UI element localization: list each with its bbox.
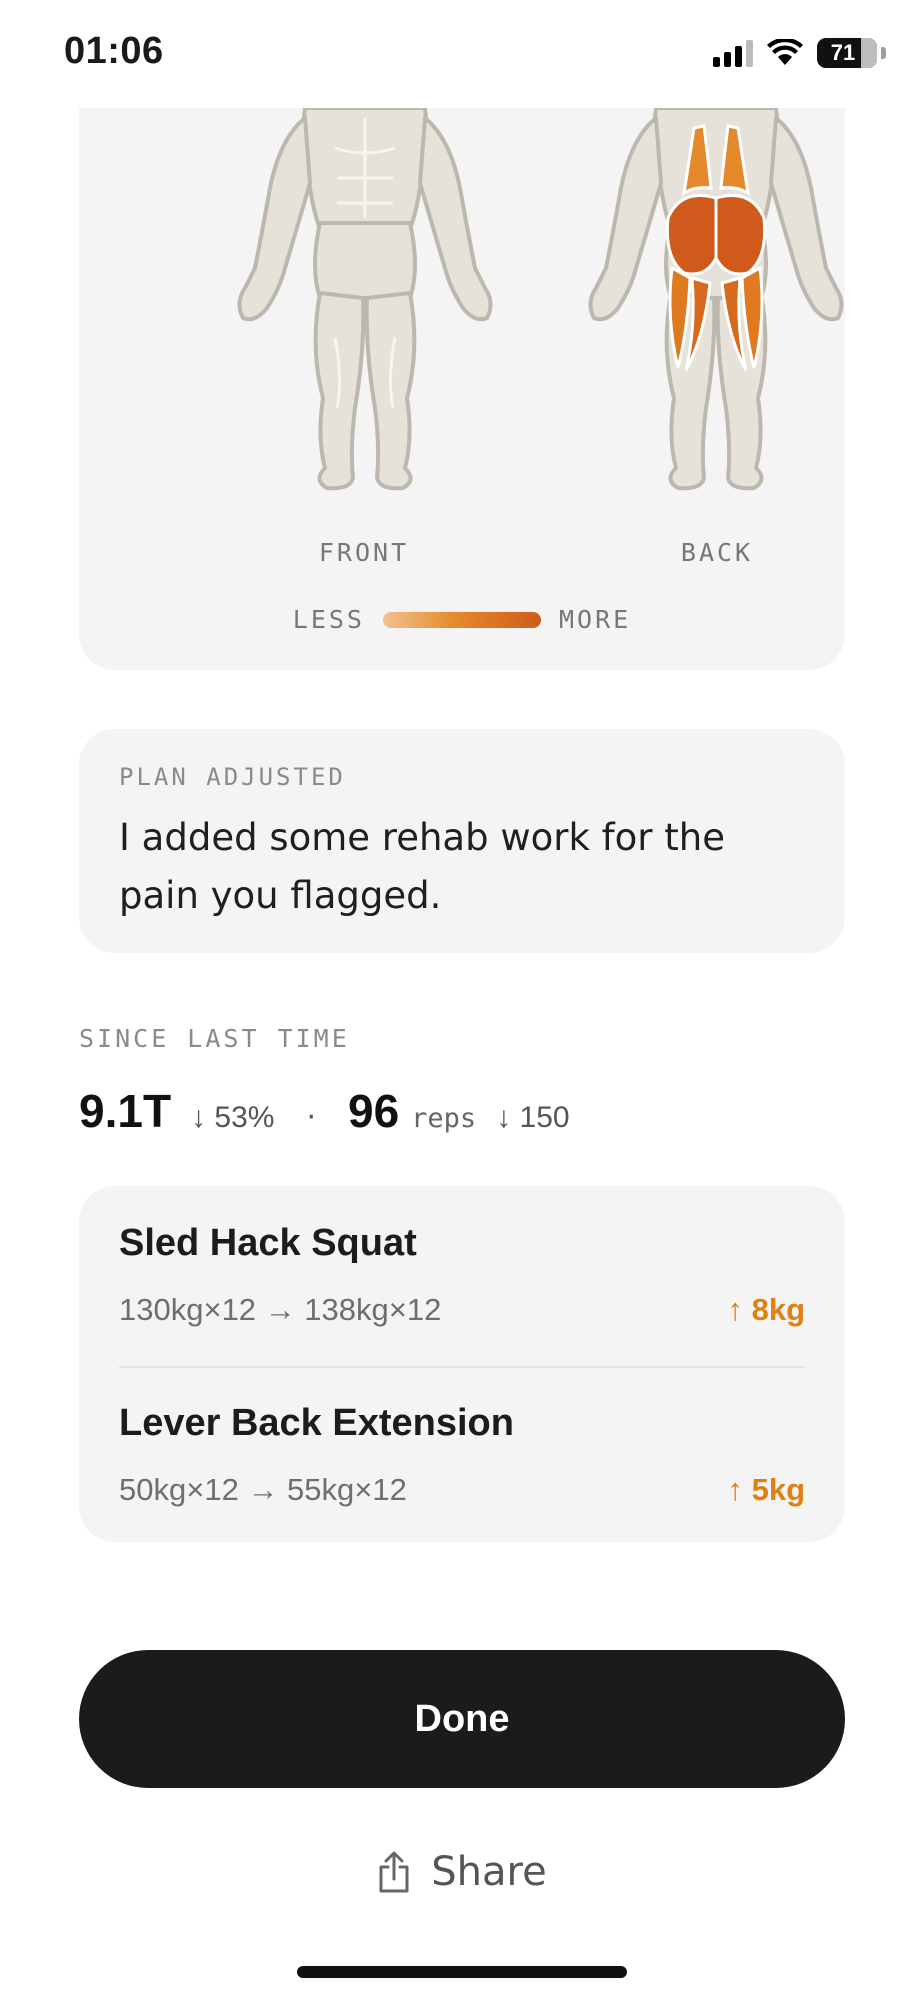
plan-adjusted-message: I added some rehab work for the pain you… <box>119 816 726 917</box>
plan-adjusted-card: PLAN ADJUSTED I added some rehab work fo… <box>79 729 845 953</box>
exercise-progress-detail: 130kg×12 → 138kg×12 <box>119 1292 442 1327</box>
front-body-figure <box>237 108 493 491</box>
reps-value: 96 <box>347 1085 400 1137</box>
cellular-signal-icon <box>713 39 753 67</box>
plan-adjusted-title: PLAN ADJUSTED <box>119 763 346 791</box>
exercise-gain: ↑ 5kg <box>727 1472 805 1507</box>
legend-gradient-bar <box>383 611 541 628</box>
exercise-name: Sled Hack Squat <box>119 1222 417 1264</box>
list-item[interactable]: Sled Hack Squat 130kg×12 → 138kg×12 ↑ 8k… <box>119 1186 805 1366</box>
intensity-legend: LESS MORE <box>79 605 845 634</box>
exercise-progress-detail: 50kg×12 → 55kg×12 <box>119 1472 407 1507</box>
volume-change: ↓ 53% <box>191 1101 275 1134</box>
legend-more-label: MORE <box>559 605 632 634</box>
home-indicator <box>297 1966 627 1978</box>
glute-muscle <box>665 194 718 276</box>
back-view-label: BACK <box>680 538 754 567</box>
volume-value: 9.1T <box>79 1085 172 1137</box>
exercise-name: Lever Back Extension <box>119 1402 514 1444</box>
workout-summary-screen: 01:06 71 FRONT BACK LESS MORE PLAN ADJUS… <box>0 0 924 2000</box>
share-icon <box>379 1851 409 1893</box>
done-button[interactable]: Done <box>79 1650 845 1788</box>
battery-icon: 71 <box>817 38 877 68</box>
reps-change: ↓ 150 <box>496 1101 570 1134</box>
wifi-icon <box>767 39 803 65</box>
status-bar: 01:06 71 <box>0 0 924 108</box>
stats-separator: · <box>306 1100 316 1135</box>
list-item[interactable]: Lever Back Extension 50kg×12 → 55kg×12 ↑… <box>119 1366 805 1540</box>
muscle-map-card: FRONT BACK LESS MORE <box>79 108 845 670</box>
front-view-label: FRONT <box>318 538 410 567</box>
back-body-figure <box>588 108 844 491</box>
exercise-gain: ↑ 8kg <box>727 1292 805 1327</box>
reps-unit: reps <box>411 1103 477 1134</box>
status-time: 01:06 <box>64 30 164 72</box>
battery-level: 71 <box>830 40 856 65</box>
glute-muscle <box>714 194 767 276</box>
exercise-progress-list: Sled Hack Squat 130kg×12 → 138kg×12 ↑ 8k… <box>79 1186 845 1542</box>
share-label: Share <box>431 1849 547 1895</box>
share-button[interactable]: Share <box>0 1832 924 1912</box>
legend-less-label: LESS <box>292 605 365 634</box>
status-icons: 71 <box>713 38 886 68</box>
since-last-time-title: SINCE LAST TIME <box>79 1024 350 1053</box>
since-last-time-stats: 9.1T ↓ 53% · 96 reps ↓ 150 <box>79 1084 570 1138</box>
